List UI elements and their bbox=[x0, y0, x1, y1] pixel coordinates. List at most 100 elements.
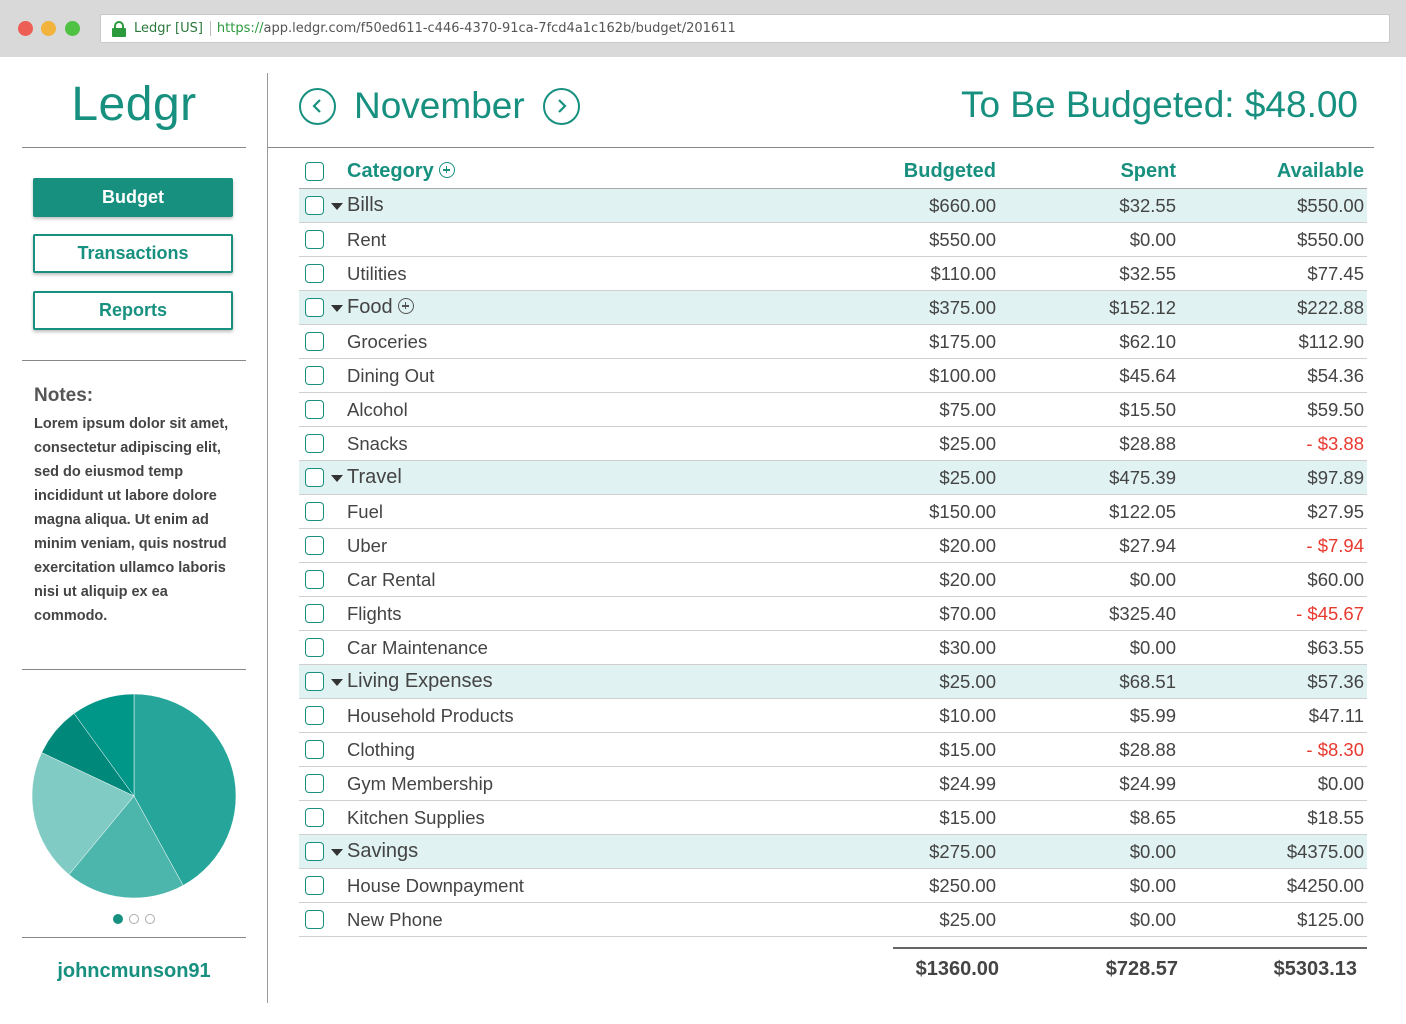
row-checkbox[interactable] bbox=[305, 332, 324, 351]
category-row[interactable]: Alcohol $75.00 $15.50 $59.50 bbox=[299, 393, 1367, 427]
prev-month-button[interactable] bbox=[299, 87, 336, 125]
row-checkbox[interactable] bbox=[305, 604, 324, 623]
category-row[interactable]: House Downpayment $250.00 $0.00 $4250.00 bbox=[299, 869, 1367, 903]
category-group-row[interactable]: Savings $275.00 $0.00 $4375.00 bbox=[299, 835, 1367, 869]
budgeted-value[interactable]: $25.00 bbox=[939, 909, 996, 931]
row-checkbox[interactable] bbox=[305, 434, 324, 453]
category-row[interactable]: New Phone $25.00 $0.00 $125.00 bbox=[299, 903, 1367, 937]
budgeted-value[interactable]: $25.00 bbox=[939, 467, 996, 489]
budgeted-value[interactable]: $24.99 bbox=[939, 773, 996, 795]
row-checkbox[interactable] bbox=[305, 910, 324, 929]
row-checkbox[interactable] bbox=[305, 468, 324, 487]
category-row[interactable]: Kitchen Supplies $15.00 $8.65 $18.55 bbox=[299, 801, 1367, 835]
collapse-triangle-icon[interactable] bbox=[331, 203, 343, 210]
row-checkbox[interactable] bbox=[305, 366, 324, 385]
category-row[interactable]: Groceries $175.00 $62.10 $112.90 bbox=[299, 325, 1367, 359]
category-row[interactable]: Dining Out $100.00 $45.64 $54.36 bbox=[299, 359, 1367, 393]
totals-divider bbox=[893, 947, 1367, 949]
budgeted-value[interactable]: $250.00 bbox=[929, 875, 996, 897]
budgeted-value[interactable]: $275.00 bbox=[929, 841, 996, 863]
category-row[interactable]: Snacks $25.00 $28.88 - $3.88 bbox=[299, 427, 1367, 461]
row-checkbox[interactable] bbox=[305, 502, 324, 521]
category-group-row[interactable]: Bills $660.00 $32.55 $550.00 bbox=[299, 189, 1367, 223]
row-checkbox[interactable] bbox=[305, 842, 324, 861]
minimize-window-button[interactable] bbox=[41, 21, 56, 36]
category-row[interactable]: Utilities $110.00 $32.55 $77.45 bbox=[299, 257, 1367, 291]
spent-value: $27.94 bbox=[1119, 534, 1176, 556]
row-checkbox[interactable] bbox=[305, 264, 324, 283]
row-checkbox[interactable] bbox=[305, 740, 324, 759]
nav-budget-button[interactable]: Budget bbox=[33, 178, 233, 217]
row-checkbox[interactable] bbox=[305, 196, 324, 215]
nav-transactions-button[interactable]: Transactions bbox=[33, 234, 233, 273]
budgeted-value[interactable]: $20.00 bbox=[939, 535, 996, 557]
available-value: - $7.94 bbox=[1306, 534, 1364, 556]
category-row[interactable]: Gym Membership $24.99 $24.99 $0.00 bbox=[299, 767, 1367, 801]
budgeted-value[interactable]: $25.00 bbox=[939, 433, 996, 455]
next-month-button[interactable] bbox=[542, 87, 580, 125]
pager-dot[interactable] bbox=[129, 914, 139, 924]
url-scheme: https:// bbox=[216, 21, 264, 36]
row-checkbox[interactable] bbox=[305, 774, 324, 793]
collapse-triangle-icon[interactable] bbox=[331, 305, 343, 312]
pager-dot[interactable] bbox=[145, 914, 155, 924]
username[interactable]: johncmunson91 bbox=[22, 960, 246, 983]
budgeted-value[interactable]: $550.00 bbox=[929, 229, 996, 251]
budgeted-value[interactable]: $100.00 bbox=[929, 365, 996, 387]
row-checkbox[interactable] bbox=[305, 808, 324, 827]
row-checkbox[interactable] bbox=[305, 570, 324, 589]
budgeted-value[interactable]: $75.00 bbox=[939, 399, 996, 421]
category-row[interactable]: Car Rental $20.00 $0.00 $60.00 bbox=[299, 563, 1367, 597]
add-subcategory-icon[interactable] bbox=[397, 298, 414, 314]
category-row[interactable]: Car Maintenance $30.00 $0.00 $63.55 bbox=[299, 631, 1367, 665]
row-checkbox[interactable] bbox=[305, 638, 324, 657]
category-name: House Downpayment bbox=[347, 874, 524, 896]
row-checkbox[interactable] bbox=[305, 298, 324, 317]
budgeted-value[interactable]: $20.00 bbox=[939, 569, 996, 591]
category-row[interactable]: Clothing $15.00 $28.88 - $8.30 bbox=[299, 733, 1367, 767]
collapse-triangle-icon[interactable] bbox=[331, 679, 343, 686]
budgeted-value[interactable]: $660.00 bbox=[929, 195, 996, 217]
category-row[interactable]: Fuel $150.00 $122.05 $27.95 bbox=[299, 495, 1367, 529]
collapse-triangle-icon[interactable] bbox=[331, 849, 343, 856]
collapse-triangle-icon[interactable] bbox=[331, 475, 343, 482]
budgeted-value[interactable]: $110.00 bbox=[931, 263, 997, 285]
row-checkbox[interactable] bbox=[305, 706, 324, 725]
maximize-window-button[interactable] bbox=[65, 21, 80, 36]
budgeted-value[interactable]: $10.00 bbox=[939, 705, 996, 727]
budgeted-value[interactable]: $15.00 bbox=[939, 739, 996, 761]
category-group-row[interactable]: Travel $25.00 $475.39 $97.89 bbox=[299, 461, 1367, 495]
row-checkbox[interactable] bbox=[305, 672, 324, 691]
sidebar: Ledgr Budget Transactions Reports Notes:… bbox=[0, 57, 268, 1024]
select-all-checkbox[interactable] bbox=[305, 162, 324, 181]
spent-value: $152.12 bbox=[1109, 296, 1176, 318]
row-checkbox[interactable] bbox=[305, 400, 324, 419]
budgeted-value[interactable]: $70.00 bbox=[939, 603, 996, 625]
budgeted-value[interactable]: $175.00 bbox=[929, 331, 996, 353]
app-logo[interactable]: Ledgr bbox=[22, 77, 246, 132]
budgeted-value[interactable]: $375.00 bbox=[929, 297, 996, 319]
header-divider bbox=[268, 147, 1374, 148]
spending-pie-chart[interactable] bbox=[30, 692, 238, 904]
category-group-row[interactable]: Food $375.00 $152.12 $222.88 bbox=[299, 291, 1367, 325]
budgeted-value[interactable]: $25.00 bbox=[939, 671, 996, 693]
category-row[interactable]: Household Products $10.00 $5.99 $47.11 bbox=[299, 699, 1367, 733]
category-row[interactable]: Rent $550.00 $0.00 $550.00 bbox=[299, 223, 1367, 257]
category-row[interactable]: Flights $70.00 $325.40 - $45.67 bbox=[299, 597, 1367, 631]
category-group-row[interactable]: Living Expenses $25.00 $68.51 $57.36 bbox=[299, 665, 1367, 699]
row-checkbox[interactable] bbox=[305, 230, 324, 249]
budgeted-value[interactable]: $30.00 bbox=[939, 637, 996, 659]
budgeted-value[interactable]: $15.00 bbox=[939, 807, 996, 829]
available-value: - $45.67 bbox=[1296, 602, 1364, 624]
add-category-icon[interactable] bbox=[438, 162, 455, 178]
pager-dot[interactable] bbox=[113, 914, 123, 924]
close-window-button[interactable] bbox=[18, 21, 33, 36]
row-checkbox[interactable] bbox=[305, 536, 324, 555]
category-name: Clothing bbox=[347, 738, 415, 760]
notes-text[interactable]: Lorem ipsum dolor sit amet, consectetur … bbox=[34, 412, 234, 628]
nav-reports-button[interactable]: Reports bbox=[33, 291, 233, 330]
address-bar[interactable]: Ledgr [US] https:// app.ledgr.com/f50ed6… bbox=[100, 14, 1390, 43]
row-checkbox[interactable] bbox=[305, 876, 324, 895]
budgeted-value[interactable]: $150.00 bbox=[929, 501, 996, 523]
category-row[interactable]: Uber $20.00 $27.94 - $7.94 bbox=[299, 529, 1367, 563]
